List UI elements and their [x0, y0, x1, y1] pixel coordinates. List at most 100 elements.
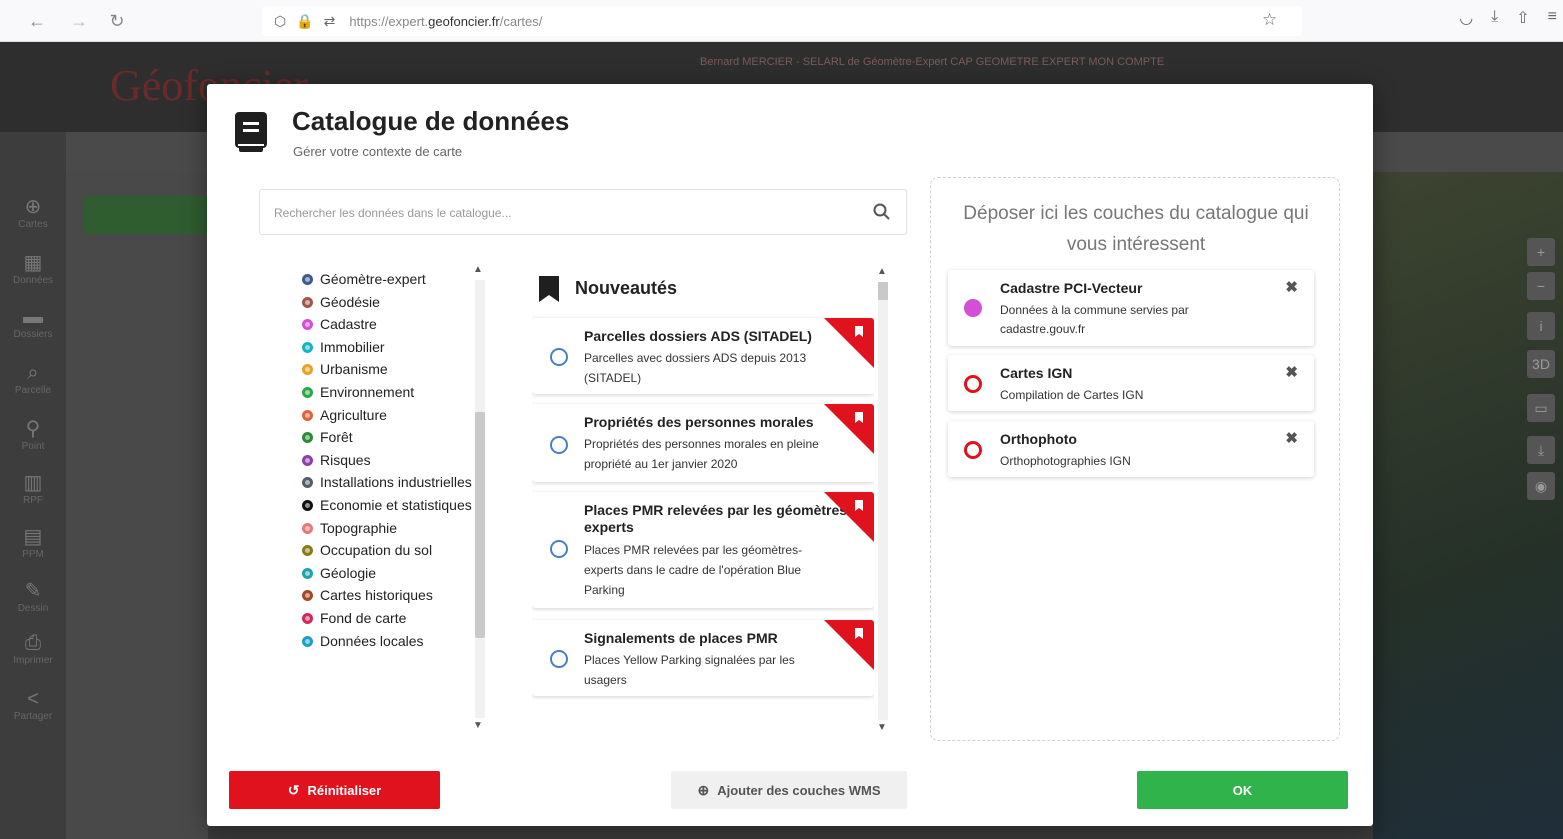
layer-icon — [550, 540, 568, 558]
rail-dossiers[interactable]: ▬ Dossiers — [0, 306, 66, 340]
url-bar[interactable]: ⬡ 🔒 ⇄ https://expert.geofoncier.fr/carte… — [262, 6, 1302, 36]
search-input[interactable] — [272, 202, 852, 224]
nouveaute-card[interactable]: Places PMR relevées par les géomètres-ex… — [532, 492, 874, 608]
3d-icon[interactable]: 3D — [1527, 350, 1555, 378]
catalogue-button-bg[interactable] — [84, 196, 208, 234]
category-label: Géologie — [320, 564, 377, 581]
rail-point[interactable]: ⚲ Point — [0, 416, 66, 452]
building-icon: ▥ — [23, 472, 43, 494]
category-dot-icon — [302, 635, 313, 647]
reset-button[interactable]: ↺ Réinitialiser — [229, 771, 440, 809]
selected-layer[interactable]: Cartes IGN Compilation de Cartes IGN ✖ — [948, 355, 1314, 411]
camera-icon[interactable]: ◉ — [1527, 472, 1555, 500]
scroll-thumb[interactable] — [878, 282, 888, 300]
category-item[interactable]: Fond de carte — [302, 607, 472, 630]
map-area[interactable]: + − i 3D ▭ ⤓ ◉ — [1373, 172, 1563, 839]
share-icon[interactable]: ⇧ — [1516, 8, 1529, 28]
remove-layer-icon[interactable]: ✖ — [1285, 363, 1298, 381]
rail-ppm[interactable]: ▤ PPM — [0, 524, 66, 560]
pocket-icon[interactable]: ◡ — [1459, 8, 1473, 28]
category-item[interactable]: Géomètre-expert — [302, 268, 472, 291]
layer-dropzone[interactable]: Déposer ici les couches du catalogue qui… — [930, 177, 1340, 741]
rail-partager[interactable]: < Partager — [0, 688, 66, 722]
add-wms-button[interactable]: ⊕ Ajouter des couches WMS — [671, 771, 907, 809]
category-dot-icon — [302, 341, 313, 353]
category-item[interactable]: Forêt — [302, 426, 472, 449]
search-icon: ⌕ — [27, 362, 39, 384]
scroll-up-icon[interactable]: ▲ — [877, 266, 887, 277]
category-label: Economie et statistiques — [320, 496, 472, 513]
category-item[interactable]: Géologie — [302, 562, 472, 585]
nouveautes-list: Parcelles dossiers ADS (SITADEL) Parcell… — [532, 316, 874, 736]
pin-icon: ⚲ — [25, 418, 41, 440]
category-label: Fond de carte — [320, 609, 407, 626]
back-icon[interactable]: ← — [20, 4, 54, 38]
ruler-icon[interactable]: ▭ — [1527, 394, 1555, 422]
remove-layer-icon[interactable]: ✖ — [1285, 429, 1298, 447]
rail-imprimer[interactable]: ⎙ Imprimer — [0, 632, 66, 666]
url-text: https://expert.geofoncier.fr/cartes/ — [349, 13, 543, 29]
zoom-out-icon[interactable]: − — [1527, 272, 1555, 300]
nouveautes-scrollbar[interactable]: ▲ ▼ — [874, 266, 892, 736]
lock-icon: 🔒 — [296, 12, 314, 29]
category-dot-icon — [302, 612, 313, 624]
category-label: Géodésie — [320, 293, 380, 310]
rail-donnees[interactable]: ▦ Données — [0, 250, 66, 286]
undo-icon: ↺ — [287, 781, 300, 798]
reload-icon[interactable]: ↻ — [100, 4, 134, 38]
rail-parcelle[interactable]: ⌕ Parcelle — [0, 362, 66, 396]
category-item[interactable]: Cartes historiques — [302, 584, 472, 607]
category-item[interactable]: Economie et statistiques — [302, 494, 472, 517]
export-icon[interactable]: ⤓ — [1527, 436, 1555, 464]
ok-button[interactable]: OK — [1137, 771, 1348, 809]
category-item[interactable]: Environnement — [302, 381, 472, 404]
category-item[interactable]: Agriculture — [302, 404, 472, 427]
ok-label: OK — [1232, 782, 1253, 798]
remove-layer-icon[interactable]: ✖ — [1285, 278, 1298, 296]
rail-rpf[interactable]: ▥ RPF — [0, 470, 66, 506]
category-dot-icon — [302, 296, 313, 308]
wms-label: Ajouter des couches WMS — [717, 782, 881, 798]
category-label: Agriculture — [320, 406, 387, 423]
card-desc: Places Yellow Parking signalées par les … — [584, 653, 795, 687]
selected-layer[interactable]: Orthophoto Orthophotographies IGN ✖ — [948, 421, 1314, 477]
category-item[interactable]: Données locales — [302, 630, 472, 653]
category-item[interactable]: Cadastre — [302, 313, 472, 336]
category-item[interactable]: Occupation du sol — [302, 539, 472, 562]
nouveaute-card[interactable]: Signalements de places PMR Places Yellow… — [532, 620, 874, 696]
category-label: Données locales — [320, 632, 424, 649]
category-item[interactable]: Installations industrielles — [302, 471, 472, 494]
modal-title: Catalogue de données — [292, 106, 570, 136]
selected-layer[interactable]: Cadastre PCI-Vecteur Données à la commun… — [948, 270, 1314, 346]
category-item[interactable]: Topographie — [302, 517, 472, 540]
layer-title: Cartes IGN — [1000, 365, 1073, 381]
category-dot-icon — [302, 432, 313, 444]
bookmark-star-icon[interactable]: ☆ — [1262, 10, 1277, 30]
category-label: Risques — [320, 451, 371, 468]
rail-dessin[interactable]: ✎ Dessin — [0, 578, 66, 614]
scroll-thumb[interactable] — [475, 412, 485, 638]
download-icon[interactable]: ⤓ — [1491, 8, 1498, 28]
scroll-down-icon[interactable]: ▼ — [877, 722, 887, 733]
layer-desc: Orthophotographies IGN — [1000, 454, 1131, 468]
zoom-in-icon[interactable]: + — [1527, 238, 1555, 266]
category-dot-icon — [302, 319, 313, 331]
category-dot-icon — [302, 545, 313, 557]
scroll-up-icon[interactable]: ▲ — [473, 264, 483, 275]
info-icon[interactable]: i — [1527, 312, 1555, 340]
search-icon[interactable] — [872, 202, 892, 222]
rail-cartes[interactable]: ⊕ Cartes — [0, 194, 66, 230]
category-item[interactable]: Urbanisme — [302, 358, 472, 381]
category-scrollbar[interactable]: ▲ ▼ — [470, 262, 488, 736]
category-item[interactable]: Immobilier — [302, 336, 472, 359]
layer-icon — [550, 436, 568, 454]
category-item[interactable]: Géodésie — [302, 291, 472, 314]
permissions-icon: ⇄ — [323, 12, 336, 29]
menu-icon[interactable]: ≡ — [1548, 8, 1557, 28]
nouveaute-card[interactable]: Parcelles dossiers ADS (SITADEL) Parcell… — [532, 318, 874, 394]
scroll-down-icon[interactable]: ▼ — [473, 720, 483, 731]
forward-icon[interactable]: → — [62, 4, 96, 38]
new-ribbon-icon — [824, 404, 874, 454]
category-item[interactable]: Risques — [302, 449, 472, 472]
nouveaute-card[interactable]: Propriétés des personnes morales Proprié… — [532, 404, 874, 482]
